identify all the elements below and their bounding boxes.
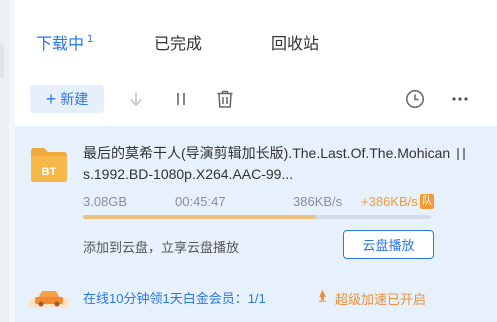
toolbar: + 新建: [15, 70, 497, 126]
task-progress-fill: [83, 215, 317, 219]
bt-badge-text: BT: [42, 166, 57, 178]
task-speed: 386KB/s: [293, 194, 343, 209]
trash-icon[interactable]: [214, 88, 236, 110]
task-pause-icon[interactable]: [453, 146, 469, 162]
task-progress-bar: [83, 215, 431, 219]
rocket-icon: [315, 289, 330, 304]
tab-completed[interactable]: 已完成: [154, 30, 202, 54]
sidebar-selection-mark: [0, 44, 4, 78]
task-boost-speed: +386KB/s: [361, 194, 418, 209]
plus-icon: +: [45, 89, 57, 109]
tab-downloading-label: 下载中: [36, 36, 85, 53]
vip-car-icon: [29, 284, 69, 308]
task-size: 3.08GB: [83, 194, 128, 209]
download-manager: 下载中 1 已完成 回收站 + 新建 BT 最后的莫希干人(导演剪辑加长版).T…: [15, 0, 497, 322]
bt-folder-icon: BT: [29, 144, 69, 184]
vip-promo-link[interactable]: 在线10分钟领1天白金会员：1/1: [83, 288, 266, 307]
left-sidebar-edge: [0, 0, 9, 322]
tab-bar: 下载中 1 已完成 回收站: [15, 0, 497, 70]
new-task-button[interactable]: + 新建: [30, 85, 104, 113]
cloud-hint-text: 添加到云盘，立享云盘播放: [83, 240, 240, 255]
task-stats: 3.08GB 00:45:47 386KB/s +386KB/s 队: [83, 194, 437, 210]
boost-tag: 队: [420, 194, 434, 209]
download-icon[interactable]: [125, 88, 147, 110]
tab-downloading[interactable]: 下载中 1: [36, 30, 93, 54]
tab-downloading-count: 1: [87, 33, 94, 45]
task-file-name: 最后的莫希干人(导演剪辑加长版).The.Last.Of.The.Mohican…: [83, 145, 451, 182]
tab-recycle-bin[interactable]: 回收站: [271, 30, 319, 54]
boost-status: 超级加速已开启: [335, 292, 427, 307]
more-icon[interactable]: [449, 88, 471, 110]
pause-all-icon[interactable]: [170, 88, 192, 110]
download-task-row[interactable]: BT 最后的莫希干人(导演剪辑加长版).The.Last.Of.The.Mohi…: [15, 126, 497, 322]
new-task-label: 新建: [60, 91, 89, 107]
clock-icon[interactable]: [404, 88, 426, 110]
task-time-remaining: 00:45:47: [175, 194, 226, 209]
cloud-play-button[interactable]: 云盘播放: [343, 230, 434, 259]
